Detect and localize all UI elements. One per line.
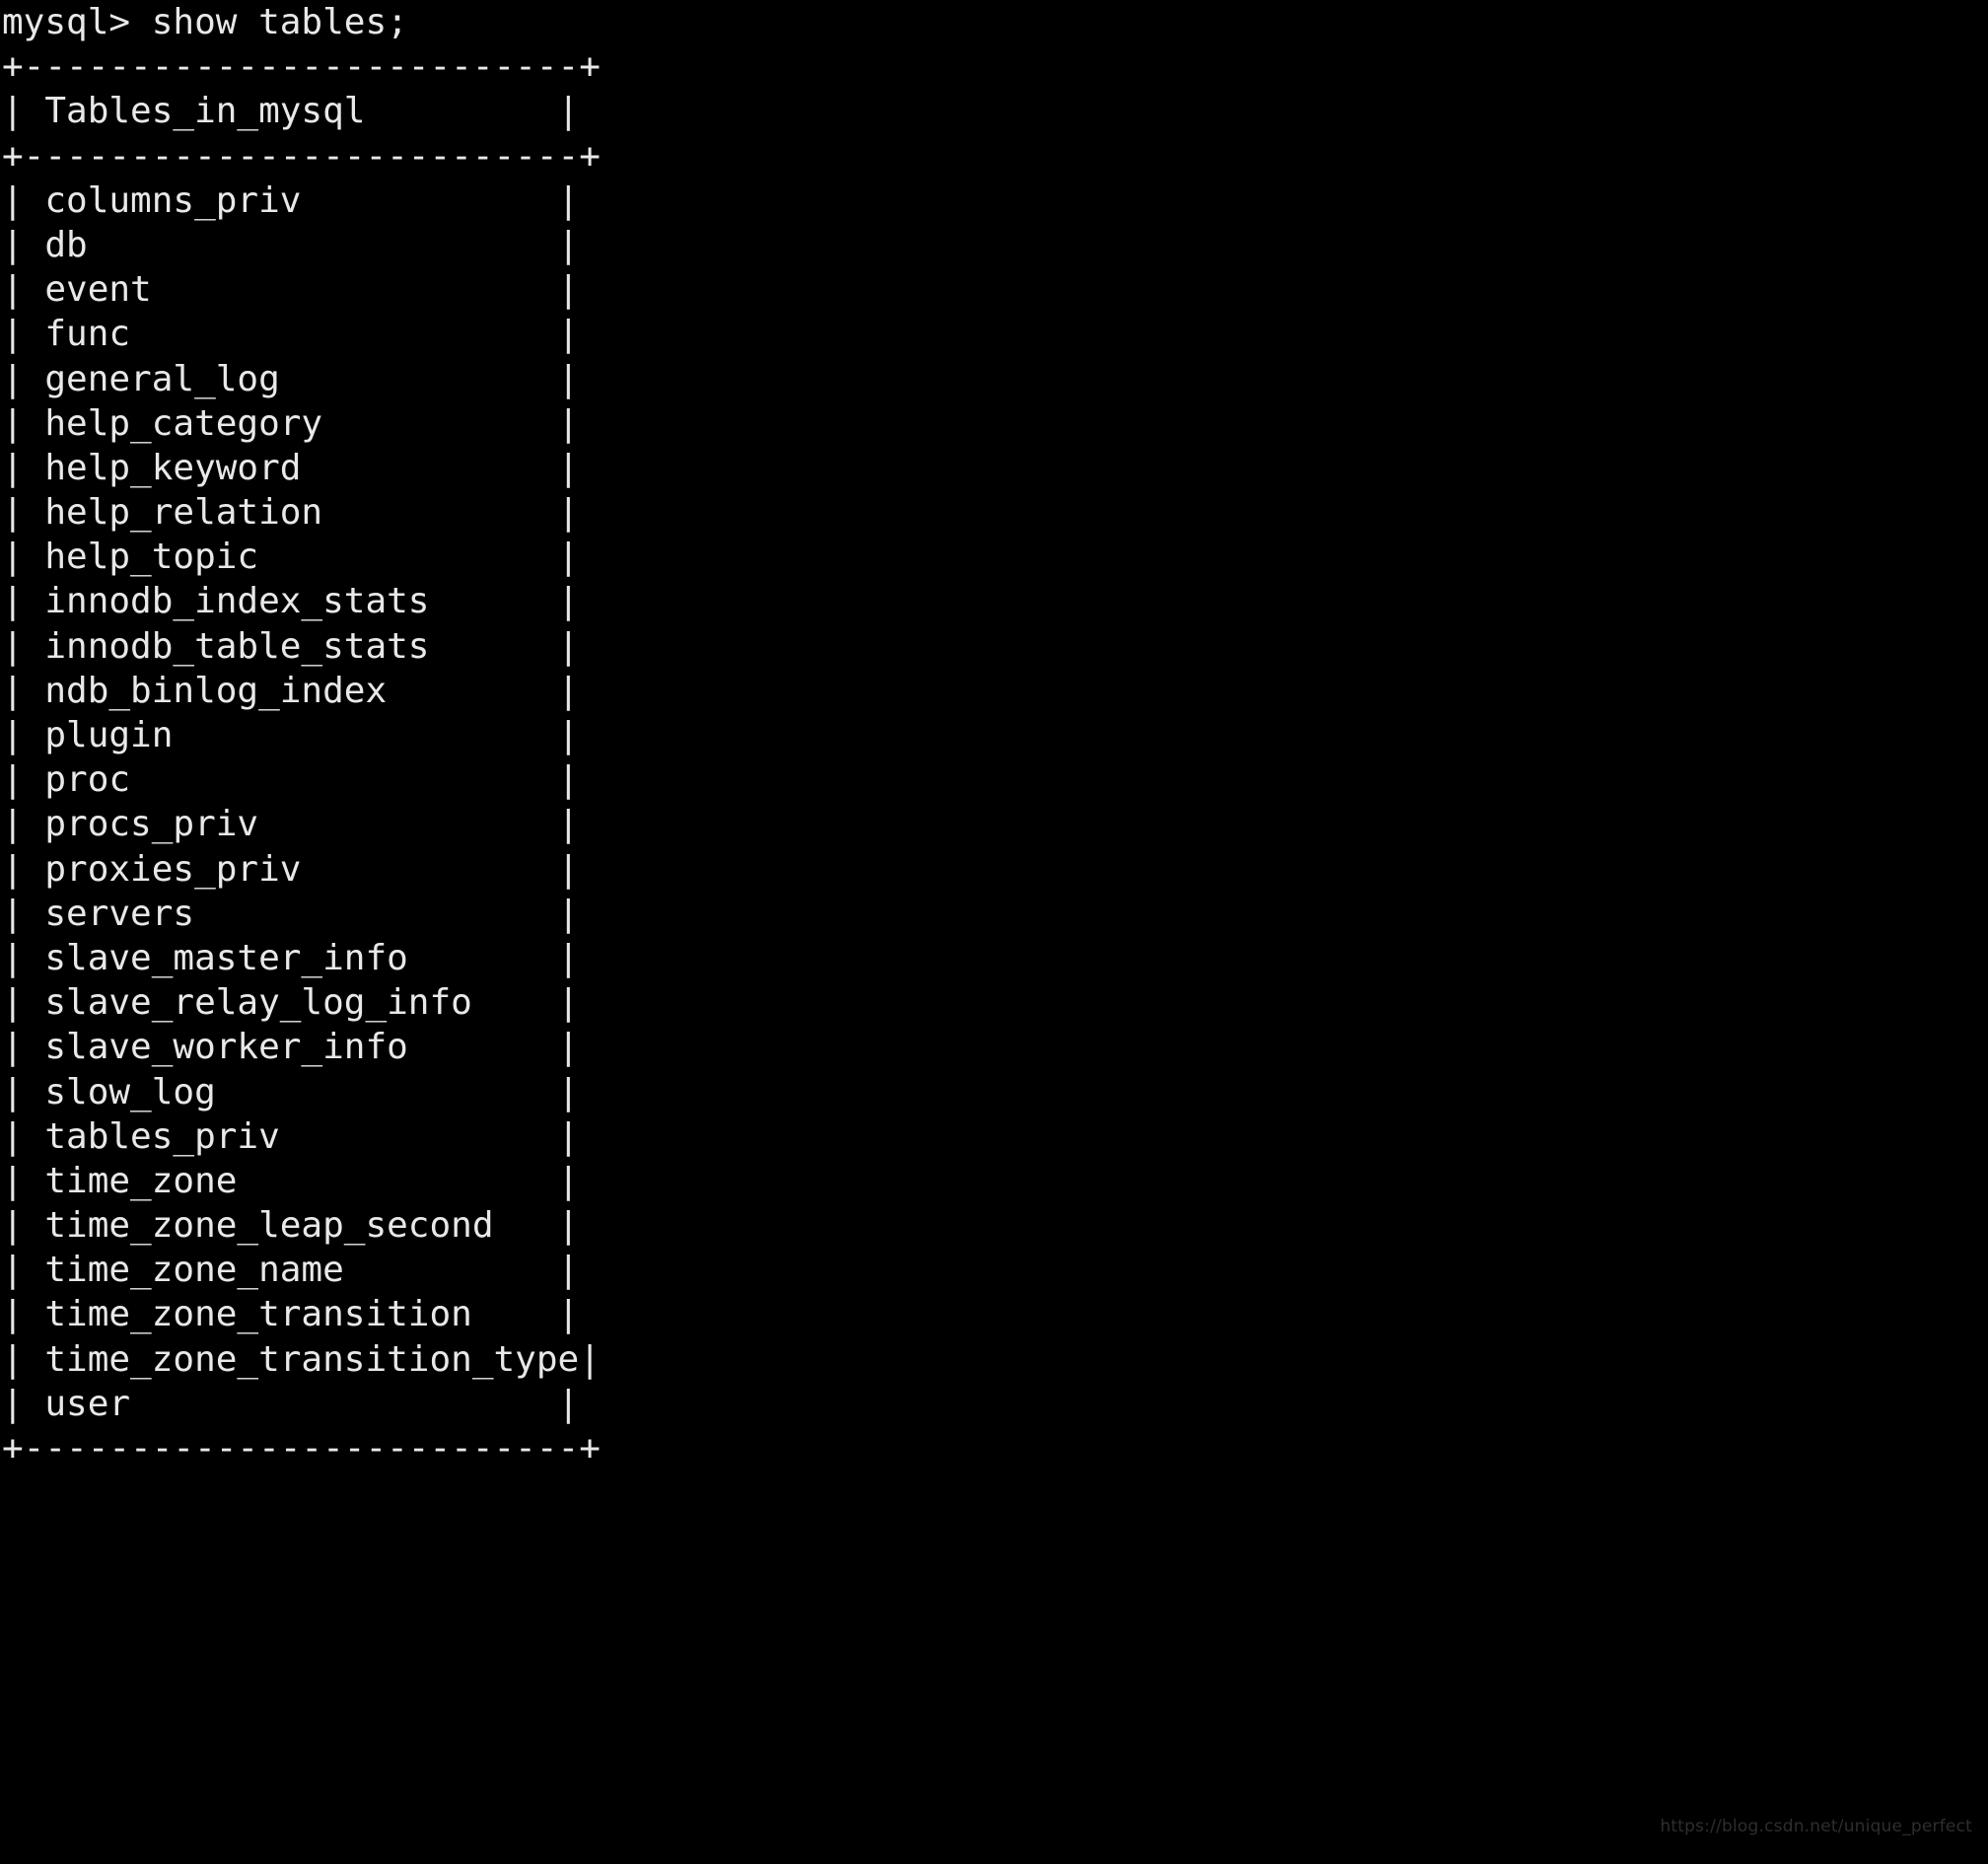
table-row: | columns_priv | — [2, 179, 580, 221]
table-row: | innodb_table_stats | — [2, 625, 580, 667]
table-row: | time_zone | — [2, 1160, 580, 1201]
mysql-prompt-line: mysql> show tables; — [2, 2, 408, 42]
table-row: | help_keyword | — [2, 447, 580, 488]
table-row: | db | — [2, 224, 580, 265]
table-row: | func | — [2, 314, 580, 355]
table-row: | slave_master_info | — [2, 937, 580, 978]
csdn-blog-watermark: https://blog.csdn.net/unique_perfect — [1660, 1817, 1972, 1836]
table-row: | help_relation | — [2, 492, 580, 534]
table-row: | proxies_priv | — [2, 848, 580, 890]
table-row: | ndb_binlog_index | — [2, 670, 580, 711]
table-row: | innodb_index_stats | — [2, 581, 580, 622]
table-header-rule: +--------------------------+ — [2, 135, 601, 177]
table-row: | time_zone_name | — [2, 1250, 580, 1291]
table-row: | event | — [2, 269, 580, 311]
table-row: | plugin | — [2, 715, 580, 755]
table-row: | procs_priv | — [2, 804, 580, 845]
table-row: | servers | — [2, 893, 580, 934]
table-top-rule: +--------------------------+ — [2, 46, 601, 88]
table-row: | help_topic | — [2, 537, 580, 578]
table-column-header-row: | Tables_in_mysql | — [2, 91, 580, 132]
table-row: | time_zone_transition_type| — [2, 1338, 601, 1380]
table-body: | columns_priv | | db | | event | | func | |… — [0, 179, 1988, 1426]
table-row: | time_zone_leap_second | — [2, 1205, 580, 1247]
table-row: | slave_relay_log_info | — [2, 982, 580, 1024]
table-bottom-rule: +--------------------------+ — [2, 1428, 601, 1469]
table-row: | slave_worker_info | — [2, 1027, 580, 1068]
table-row: | slow_log | — [2, 1071, 580, 1112]
terminal-screen[interactable]: mysql> show tables; +-------------------… — [0, 0, 1988, 1864]
table-row: | tables_priv | — [2, 1115, 580, 1157]
table-row: | time_zone_transition | — [2, 1294, 580, 1335]
table-row: | help_category | — [2, 402, 580, 444]
table-row: | general_log | — [2, 358, 580, 399]
table-row: | user | — [2, 1383, 580, 1424]
table-row: | proc | — [2, 759, 580, 801]
